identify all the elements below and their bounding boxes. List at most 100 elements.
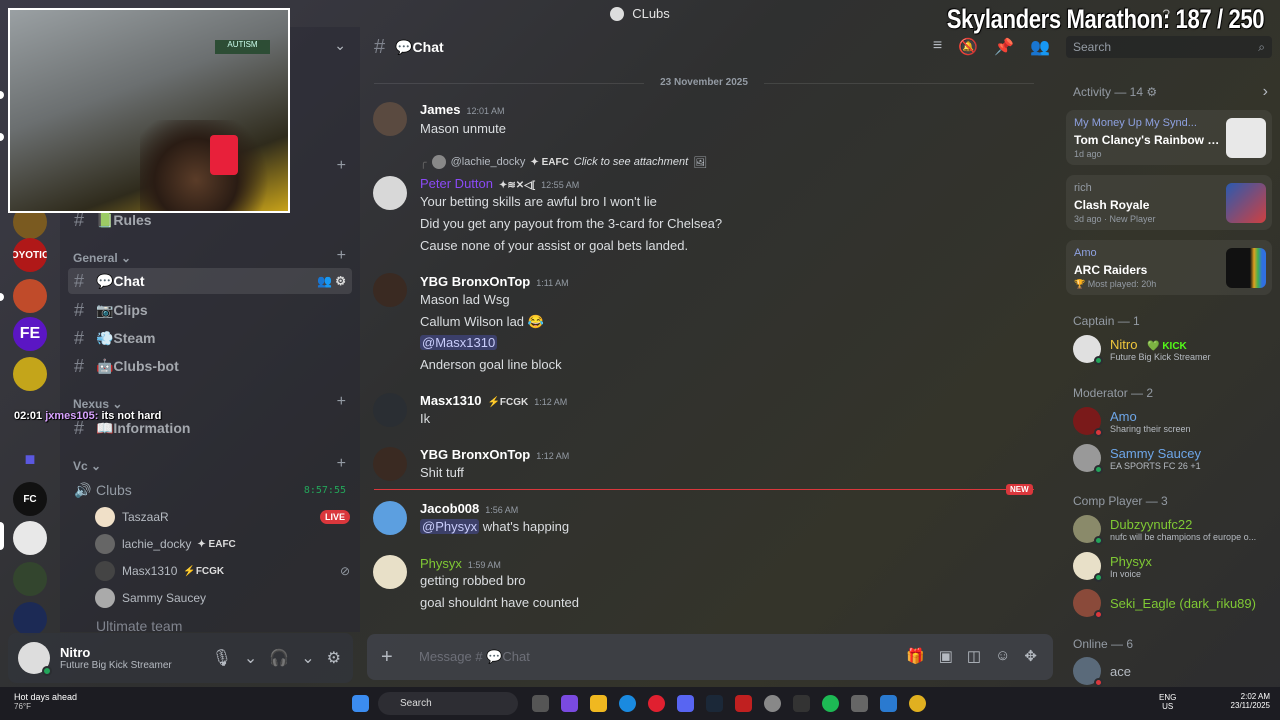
threads-icon[interactable]: ≡ [933, 37, 942, 57]
gif-icon[interactable]: ▣ [939, 647, 953, 665]
member-item[interactable]: Nitro 💚 KICK Future Big Kick Streamer [1073, 331, 1278, 367]
avatar[interactable] [373, 393, 407, 427]
app-icon[interactable] [735, 695, 752, 712]
gear-icon[interactable]: ⚙ [327, 648, 341, 668]
member-item[interactable]: Physyx In voice [1073, 548, 1278, 584]
chevron-right-icon[interactable]: › [1263, 83, 1268, 101]
hash-icon: # [374, 35, 386, 58]
game-thumbnail [1226, 118, 1266, 158]
spotify-icon[interactable] [822, 695, 839, 712]
channel-ultimate-team[interactable]: Ultimate team [68, 619, 352, 633]
emoji-icon[interactable]: ☺ [995, 647, 1010, 665]
message-text: Callum Wilson lad 😂 [420, 314, 544, 329]
app-icon[interactable] [880, 695, 897, 712]
sticker-icon[interactable]: ◫ [967, 647, 981, 665]
member-item[interactable]: ace [1073, 653, 1278, 689]
avatar[interactable] [373, 102, 407, 136]
server-icon[interactable] [13, 602, 47, 636]
avatar[interactable] [373, 176, 407, 210]
search-input[interactable]: Search ⌕ [1066, 36, 1272, 58]
message-composer[interactable]: + Message # 💬Chat 🎁 ▣ ◫ ☺ ✥ [367, 634, 1053, 680]
opera-icon[interactable] [648, 695, 665, 712]
windows-start-icon[interactable] [352, 695, 369, 712]
avatar [95, 507, 115, 527]
voice-user[interactable]: lachie_docky ✦ EAFC [95, 534, 350, 554]
voice-user[interactable]: Masx1310 ⚡FCGK ⊘ [95, 561, 350, 581]
voice-duration: 8:57:55 [303, 484, 346, 496]
chevron-down-icon[interactable]: ⌄ [244, 648, 257, 668]
file-explorer-icon[interactable] [590, 695, 607, 712]
member-item[interactable]: Dubzyynufc22 nufc will be champions of e… [1073, 511, 1278, 547]
user-mention[interactable]: @Physyx [420, 519, 480, 534]
server-icon-fc[interactable]: FC [13, 482, 47, 516]
pin-icon[interactable]: 📌 [994, 37, 1014, 57]
message-input[interactable]: Message # 💬Chat [419, 649, 530, 665]
folder-icon[interactable]: ■ [13, 442, 47, 476]
notifications-icon[interactable]: 🔕 [958, 37, 978, 57]
server-pill [0, 133, 4, 141]
gift-icon[interactable]: 🎁 [906, 647, 925, 665]
edge-icon[interactable] [619, 695, 636, 712]
server-icon-oyotic[interactable]: OYOTIC [13, 238, 47, 272]
avatar [1073, 552, 1103, 582]
search-icon: ⌕ [1258, 40, 1265, 54]
app-icon[interactable] [764, 695, 781, 712]
add-channel-icon[interactable]: + [337, 455, 346, 473]
channel-steam[interactable]: # 💨Steam [68, 325, 352, 351]
add-attachment-icon[interactable]: + [381, 646, 393, 669]
chevron-down-icon[interactable]: ⌄ [334, 37, 346, 54]
avatar[interactable] [373, 273, 407, 307]
server-icon[interactable] [13, 562, 47, 596]
reply-preview[interactable]: ╭ @lachie_docky ✦ EAFC Click to see atta… [420, 155, 707, 169]
add-channel-icon[interactable]: + [337, 393, 346, 411]
avatar[interactable] [373, 447, 407, 481]
member-item[interactable]: Seki_Eagle (dark_riku89) [1073, 585, 1278, 621]
user-info[interactable]: Nitro Future Big Kick Streamer [60, 645, 172, 671]
task-view-icon[interactable] [532, 695, 549, 712]
channel-label: 💨Steam [96, 329, 156, 346]
chevron-down-icon[interactable]: ⌄ [301, 648, 314, 668]
microphone-icon[interactable]: 🎙 [212, 648, 232, 668]
message-header: YBG BronxOnTop 1:11 AM [420, 274, 569, 289]
category-vc[interactable]: Vc ⌄ [73, 459, 101, 473]
apps-icon[interactable]: ✥ [1024, 647, 1037, 665]
member-list-icon[interactable]: 👥 [1030, 37, 1050, 57]
channel-chat[interactable]: # 💬Chat 👥 ⚙ [68, 268, 352, 294]
invite-settings-icons[interactable]: 👥 ⚙ [317, 274, 346, 288]
server-icon[interactable] [13, 357, 47, 391]
avatar[interactable] [373, 501, 407, 535]
speaker-icon: 🔊 [74, 481, 92, 498]
copilot-icon[interactable] [561, 695, 578, 712]
add-channel-icon[interactable]: + [337, 157, 346, 175]
microphone [210, 135, 238, 175]
category-general[interactable]: General ⌄ [73, 251, 131, 265]
voice-channel-clubs[interactable]: 🔊 Clubs 8:57:55 [68, 477, 352, 503]
channel-clips[interactable]: # 📷Clips [68, 297, 352, 323]
add-channel-icon[interactable]: + [337, 247, 346, 265]
app-icon[interactable] [793, 695, 810, 712]
activity-card[interactable]: rich Clash Royale 3d ago · New Player [1066, 175, 1272, 230]
member-item[interactable]: Amo Sharing their screen [1073, 403, 1278, 439]
category-nexus[interactable]: Nexus ⌄ [73, 397, 122, 411]
avatar[interactable] [18, 642, 52, 676]
channel-clubs-bot[interactable]: # 🤖Clubs-bot [68, 353, 352, 379]
activity-card[interactable]: My Money Up My Synd... Tom Clancy's Rain… [1066, 110, 1272, 165]
avatar[interactable] [373, 555, 407, 589]
chrome-icon[interactable] [909, 695, 926, 712]
voice-user[interactable]: TaszaaR LIVE [95, 507, 350, 527]
headphones-icon[interactable]: 🎧 [269, 648, 289, 668]
server-icon-clubs[interactable] [13, 521, 47, 555]
server-icon[interactable] [13, 279, 47, 313]
clock[interactable]: 2:02 AM 23/11/2025 [1231, 692, 1270, 710]
server-icon-fe[interactable]: FE [13, 317, 47, 351]
voice-user[interactable]: Sammy Saucey [95, 588, 350, 608]
user-mention[interactable]: @Masx1310 [420, 335, 498, 350]
steam-icon[interactable] [706, 695, 723, 712]
discord-icon[interactable] [677, 695, 694, 712]
weather-widget[interactable]: Hot days ahead 76°F [14, 692, 77, 711]
language-indicator[interactable]: ENG US [1159, 693, 1176, 711]
member-item[interactable]: Sammy Saucey EA SPORTS FC 26 +1 [1073, 440, 1278, 476]
settings-icon[interactable] [851, 695, 868, 712]
activity-card[interactable]: Amo ARC Raiders 🏆 Most played: 20h [1066, 240, 1272, 295]
taskbar-search[interactable]: Search [378, 692, 518, 715]
